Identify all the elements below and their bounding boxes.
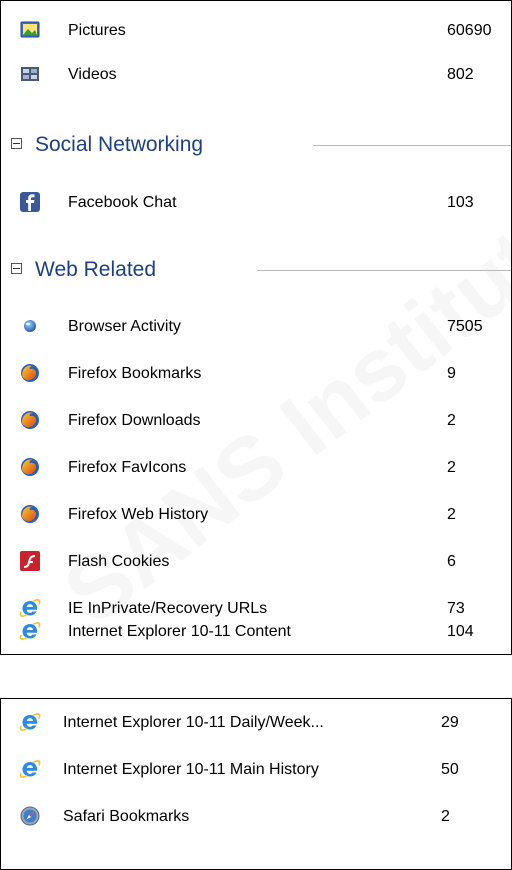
ie-icon xyxy=(19,620,41,642)
flash-icon xyxy=(19,550,41,572)
list-item-count: 29 xyxy=(441,714,459,731)
list-item-browser-activity[interactable]: Browser Activity 7505 xyxy=(1,303,511,351)
list-item-label: Internet Explorer 10-11 Daily/Week... xyxy=(63,714,324,731)
list-item-internet-explorer-10-11-daily-weekly[interactable]: Internet Explorer 10-11 Daily/Week... 29 xyxy=(1,699,511,747)
collapse-toggle-icon[interactable] xyxy=(11,138,22,149)
group-header-web-related[interactable]: Web Related xyxy=(1,246,511,294)
list-item-internet-explorer-10-11-main-history[interactable]: Internet Explorer 10-11 Main History 50 xyxy=(1,746,511,794)
list-item-label: Firefox Web History xyxy=(68,506,209,523)
group-header-social-networking[interactable]: Social Networking xyxy=(1,121,511,169)
list-item-facebook-chat[interactable]: Facebook Chat 103 xyxy=(1,179,511,227)
list-item-safari-bookmarks[interactable]: Safari Bookmarks 2 xyxy=(1,793,511,841)
list-item-count: 2 xyxy=(447,412,456,429)
list-item-pictures[interactable]: Pictures 60690 xyxy=(1,7,511,55)
list-item-count: 50 xyxy=(441,761,459,778)
list-item-count: 6 xyxy=(447,553,456,570)
browser-activity-icon xyxy=(19,315,41,337)
list-item-firefox-web-history[interactable]: Firefox Web History 2 xyxy=(1,491,511,539)
group-title: Web Related xyxy=(35,258,157,281)
safari-icon xyxy=(19,805,41,827)
list-item-label: Browser Activity xyxy=(68,318,181,335)
list-item-label: Internet Explorer 10-11 Content xyxy=(68,623,291,640)
list-item-label: Firefox Downloads xyxy=(68,412,201,429)
list-item-count: 103 xyxy=(447,194,474,211)
ie-icon xyxy=(19,711,41,733)
list-item-label: Firefox FavIcons xyxy=(68,459,187,476)
firefox-icon xyxy=(19,503,41,525)
list-item-firefox-favicons[interactable]: Firefox FavIcons 2 xyxy=(1,444,511,492)
collapse-toggle-icon[interactable] xyxy=(11,263,22,274)
facebook-icon xyxy=(19,191,41,213)
list-item-label: Safari Bookmarks xyxy=(63,808,190,825)
list-item-count: 2 xyxy=(447,459,456,476)
ie-icon xyxy=(19,758,41,780)
list-item-label: Facebook Chat xyxy=(68,194,177,211)
list-item-flash-cookies[interactable]: Flash Cookies 6 xyxy=(1,538,511,586)
artifact-list-panel-continued: Internet Explorer 10-11 Daily/Week... 29… xyxy=(0,698,512,870)
group-divider xyxy=(257,270,511,271)
firefox-icon xyxy=(19,456,41,478)
videos-icon xyxy=(19,63,41,85)
list-item-count: 7505 xyxy=(447,318,483,335)
list-item-label: Internet Explorer 10-11 Main History xyxy=(63,761,319,778)
list-item-firefox-bookmarks[interactable]: Firefox Bookmarks 9 xyxy=(1,350,511,398)
list-item-label: Pictures xyxy=(68,22,126,39)
list-item-label: Firefox Bookmarks xyxy=(68,365,202,382)
artifact-list-panel: SANS Institute Pictures 60690 Videos 802… xyxy=(0,0,512,655)
list-item-count: 802 xyxy=(447,66,474,83)
list-item-label: Flash Cookies xyxy=(68,553,170,570)
list-item-count: 2 xyxy=(441,808,450,825)
firefox-icon xyxy=(19,362,41,384)
list-item-count: 104 xyxy=(447,623,474,640)
pictures-icon xyxy=(19,19,41,41)
list-item-firefox-downloads[interactable]: Firefox Downloads 2 xyxy=(1,397,511,445)
group-divider xyxy=(313,145,511,146)
list-item-count: 9 xyxy=(447,365,456,382)
list-item-count: 60690 xyxy=(447,22,492,39)
firefox-icon xyxy=(19,409,41,431)
list-item-internet-explorer-10-11-content[interactable]: Internet Explorer 10-11 Content 104 xyxy=(1,608,511,654)
list-item-label: Videos xyxy=(68,66,117,83)
list-item-videos[interactable]: Videos 802 xyxy=(1,51,511,99)
list-item-count: 2 xyxy=(447,506,456,523)
group-title: Social Networking xyxy=(35,133,204,156)
